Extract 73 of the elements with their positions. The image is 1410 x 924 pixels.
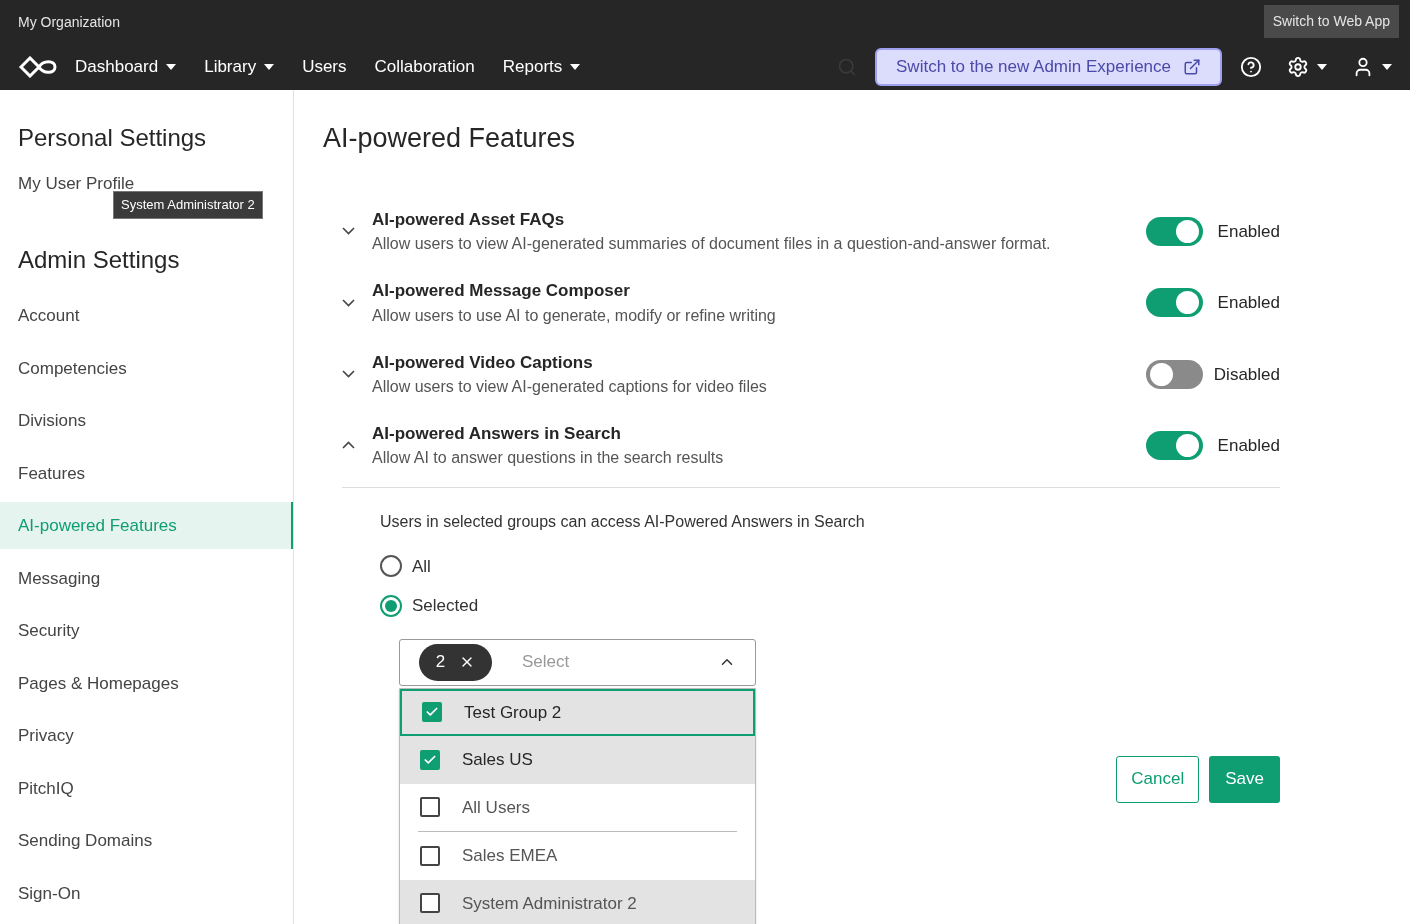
group-select[interactable]: 2 Select (399, 638, 756, 686)
option-label: Sales EMEA (462, 845, 558, 867)
sidebar-item[interactable]: Divisions (0, 397, 293, 444)
chevron-down-icon (342, 370, 355, 379)
dropdown-option[interactable]: Sales US (400, 736, 755, 784)
select-placeholder: Select (522, 651, 571, 674)
radio-button[interactable] (380, 594, 402, 617)
radio-button[interactable] (380, 555, 402, 578)
sidebar-section-title: Personal Settings (17, 123, 208, 153)
sidebar-item[interactable]: Sign-On (0, 869, 293, 917)
feature-description: Allow AI to answer questions in the search results (372, 448, 725, 468)
feature-title: AI-powered Video Captions (372, 351, 594, 374)
feature-description: Allow users to view AI-generated captions for video files (372, 377, 768, 397)
feature-title: AI-powered Answers in Search (372, 422, 622, 445)
toggle-switch[interactable] (1146, 288, 1203, 318)
checkbox[interactable] (420, 845, 440, 866)
feature-title: AI-powered Asset FAQs (372, 208, 566, 231)
checkbox[interactable] (420, 797, 440, 818)
sidebar-item[interactable]: PitchIQ (0, 764, 293, 812)
dropdown-option[interactable]: All Users (400, 783, 755, 831)
toggle-status: Enabled (1216, 292, 1280, 314)
toggle-status: Enabled (1216, 220, 1280, 243)
access-prompt: Users in selected groups can access AI-Powered Answers in Search (380, 511, 866, 532)
feature-title: AI-powered Message Composer (372, 280, 631, 302)
nav-menu-item[interactable]: Library (204, 54, 275, 80)
chevron-down-icon (342, 227, 355, 236)
dropdown-option[interactable]: System Administrator 2 (400, 879, 755, 924)
tooltip: System Administrator 2 (113, 191, 263, 219)
chevron-down-icon (342, 298, 355, 307)
checkbox[interactable] (422, 702, 442, 723)
sidebar-item[interactable]: Features (0, 449, 293, 497)
sidebar-item[interactable]: Privacy (0, 712, 293, 759)
switch-web-app-button[interactable]: Switch to Web App (1263, 5, 1399, 38)
organization-name: My Organization (18, 13, 120, 32)
sidebar-section-title: Admin Settings (17, 245, 181, 275)
radio-label: All (412, 555, 431, 578)
logo-icon[interactable] (18, 56, 58, 78)
nav-menu-item[interactable]: Users (302, 54, 347, 80)
option-label: Test Group 2 (464, 701, 562, 724)
nav-menu-item[interactable]: Dashboard (75, 54, 177, 80)
dropdown-option[interactable]: Test Group 2 (400, 688, 755, 736)
external-link-icon (1183, 58, 1201, 76)
toggle-switch[interactable] (1146, 216, 1203, 246)
dropdown-option[interactable]: Sales EMEA (400, 832, 755, 880)
option-label: All Users (462, 796, 530, 819)
sidebar-item[interactable]: Sending Domains (0, 817, 293, 864)
toggle-status: Enabled (1216, 434, 1280, 457)
nav-menu-item[interactable]: Collaboration (374, 54, 475, 80)
settings-icon[interactable] (1287, 56, 1309, 78)
toggle-switch[interactable] (1146, 430, 1203, 460)
chevron-up-icon (342, 441, 355, 450)
toggle-switch[interactable] (1146, 359, 1203, 389)
radio-label: Selected (412, 595, 479, 617)
nav-menu-item[interactable]: Reports (502, 54, 581, 80)
feature-description: Allow users to view AI-generated summaries of document files in a question-and-answer format. (372, 234, 1052, 254)
checkbox[interactable] (420, 893, 440, 914)
caret-icon (1317, 64, 1327, 70)
feature-description: Allow users to use AI to generate, modify or refine writing (372, 305, 777, 326)
sidebar-item[interactable]: Messaging (0, 554, 293, 602)
sidebar-item[interactable]: Account (0, 292, 293, 339)
checkbox[interactable] (420, 749, 440, 770)
selected-count-chip[interactable]: 2 (419, 643, 492, 681)
caret-icon (1382, 64, 1392, 70)
new-admin-experience-button[interactable]: Switch to the new Admin Experience (875, 48, 1222, 86)
cancel-button[interactable]: Cancel (1116, 755, 1200, 803)
help-icon[interactable] (1240, 56, 1262, 78)
toggle-status: Disabled (1212, 363, 1280, 386)
sidebar-item[interactable]: Pages & Homepages (0, 659, 293, 707)
option-label: Sales US (462, 749, 533, 771)
sidebar-item[interactable]: Competencies (0, 344, 293, 392)
option-label: System Administrator 2 (462, 892, 637, 915)
page-title: AI-powered Features (323, 122, 577, 155)
sidebar-item[interactable]: Security (0, 607, 293, 654)
